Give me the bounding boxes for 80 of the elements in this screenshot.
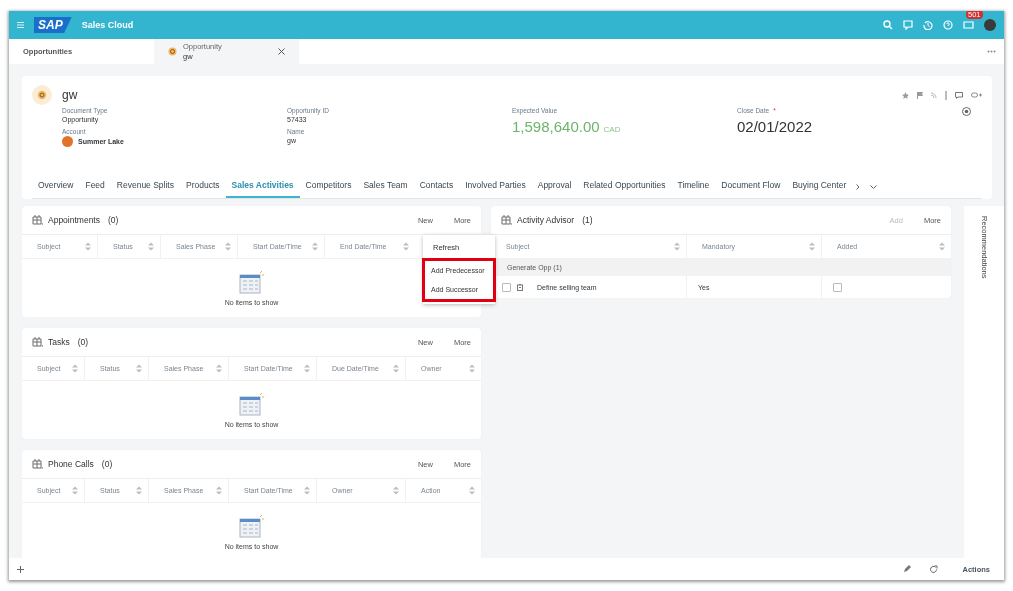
close-icon[interactable]	[962, 107, 971, 116]
sort-icon[interactable]	[674, 242, 680, 251]
sort-icon[interactable]	[939, 242, 945, 251]
date-value: 02/01/2022	[737, 118, 814, 135]
task-icon	[517, 283, 523, 291]
help-icon[interactable]	[943, 20, 953, 30]
section-tab[interactable]: Sales Team	[357, 176, 414, 198]
divider-icon	[945, 90, 947, 100]
sort-icon[interactable]	[136, 364, 142, 373]
panel-title: Tasks	[48, 337, 70, 347]
empty-table-icon	[238, 514, 265, 538]
refresh-icon[interactable]	[929, 564, 939, 574]
sort-icon[interactable]	[304, 486, 310, 495]
section-tab[interactable]: Sales Activities	[225, 176, 300, 198]
sort-icon[interactable]	[72, 486, 78, 495]
sort-icon[interactable]	[304, 364, 310, 373]
notification-icon[interactable]	[963, 20, 974, 30]
section-tab[interactable]: Revenue Splits	[110, 176, 180, 198]
opportunity-icon	[168, 47, 177, 56]
sort-icon[interactable]	[148, 242, 154, 251]
section-tab[interactable]: Feed	[79, 176, 111, 198]
section-tab[interactable]: Products	[180, 176, 226, 198]
chat-icon[interactable]	[903, 20, 913, 30]
table-icon	[32, 459, 43, 469]
comment-icon[interactable]	[955, 91, 963, 99]
amount-value: 1,598,640.00	[512, 118, 600, 135]
menu-icon[interactable]	[17, 22, 24, 28]
section-tab[interactable]: Timeline	[671, 176, 716, 198]
section-tab[interactable]: Involved Parties	[459, 176, 532, 198]
toggle-icon[interactable]	[971, 92, 982, 98]
empty-table-icon	[238, 392, 265, 416]
section-tab[interactable]: Contacts	[413, 176, 460, 198]
section-tab[interactable]: Competitors	[299, 176, 358, 198]
item-count: (0)	[77, 337, 89, 347]
close-icon[interactable]	[278, 48, 285, 55]
section-tab[interactable]: Related Opportunities	[577, 176, 672, 198]
sort-icon[interactable]	[136, 486, 142, 495]
sort-icon[interactable]	[216, 486, 222, 495]
item-count: (1)	[582, 215, 593, 225]
pencil-icon[interactable]	[903, 565, 912, 573]
sort-icon[interactable]	[312, 242, 318, 251]
sort-icon[interactable]	[225, 242, 231, 251]
currency-label: CAD	[603, 125, 621, 134]
sort-icon[interactable]	[85, 242, 91, 251]
feed-icon[interactable]	[931, 92, 937, 98]
sort-icon[interactable]	[393, 364, 399, 373]
opportunity-icon	[32, 85, 52, 105]
section-tab[interactable]: Document Flow	[715, 176, 787, 198]
table-icon	[32, 337, 43, 347]
panel-title: Appointments	[48, 215, 100, 225]
added-checkbox[interactable]	[833, 282, 842, 292]
flag-icon[interactable]	[917, 91, 923, 99]
sort-icon[interactable]	[403, 242, 409, 251]
product-name: Sales Cloud	[81, 20, 134, 30]
sort-icon[interactable]	[216, 364, 222, 373]
user-avatar[interactable]	[984, 19, 996, 31]
sort-icon[interactable]	[72, 364, 78, 373]
search-icon[interactable]	[883, 20, 893, 30]
star-icon[interactable]	[902, 91, 909, 99]
logo[interactable]: SAP	[34, 17, 72, 33]
item-count: (0)	[101, 459, 113, 469]
item-count: (0)	[108, 215, 119, 225]
panel-title: Phone Calls	[48, 459, 94, 469]
table-icon	[32, 215, 43, 225]
sort-icon[interactable]	[469, 486, 475, 495]
table-icon	[501, 215, 512, 225]
account-avatar	[62, 136, 73, 147]
empty-table-icon	[238, 270, 265, 294]
chevron-down-icon[interactable]	[870, 185, 878, 189]
chevron-right-icon[interactable]	[856, 184, 861, 190]
row-checkbox[interactable]	[502, 282, 511, 292]
history-icon[interactable]	[923, 20, 933, 30]
sort-icon[interactable]	[393, 486, 399, 495]
section-tab[interactable]: Buying Center	[786, 176, 853, 198]
sort-icon[interactable]	[469, 364, 475, 373]
section-tab[interactable]: Overview	[32, 176, 80, 198]
sort-icon[interactable]	[809, 242, 815, 251]
record-title: gw	[62, 88, 78, 102]
section-tab[interactable]: Approval	[531, 176, 578, 198]
panel-title: Activity Advisor	[517, 215, 575, 225]
